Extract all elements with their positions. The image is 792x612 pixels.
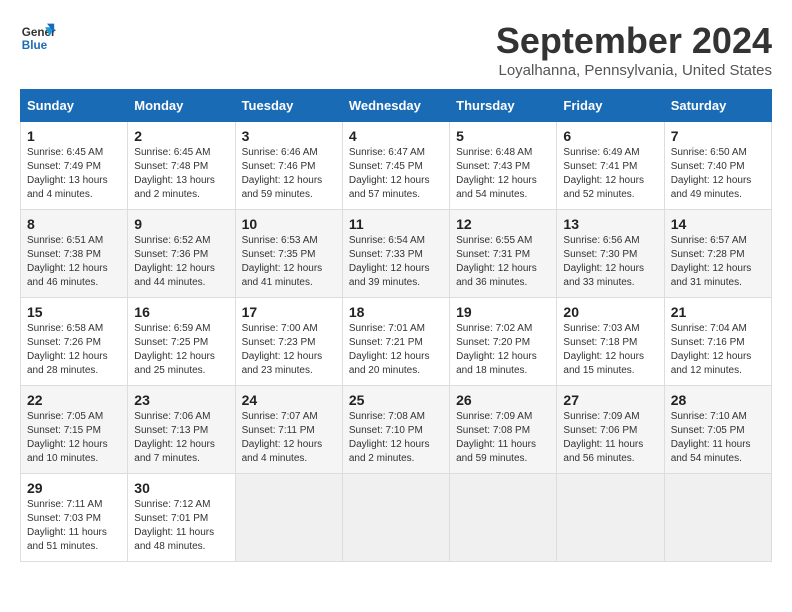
weekday-header-tuesday: Tuesday [235, 90, 342, 122]
calendar-cell: 23Sunrise: 7:06 AMSunset: 7:13 PMDayligh… [128, 386, 235, 474]
title-area: September 2024 Loyalhanna, Pennsylvania,… [496, 20, 772, 79]
logo: General Blue [20, 20, 56, 56]
calendar-cell [235, 474, 342, 562]
weekday-header-sunday: Sunday [21, 90, 128, 122]
calendar-cell: 22Sunrise: 7:05 AMSunset: 7:15 PMDayligh… [21, 386, 128, 474]
calendar-cell [557, 474, 664, 562]
calendar-cell: 20Sunrise: 7:03 AMSunset: 7:18 PMDayligh… [557, 298, 664, 386]
calendar-cell: 9Sunrise: 6:52 AMSunset: 7:36 PMDaylight… [128, 210, 235, 298]
calendar-cell: 21Sunrise: 7:04 AMSunset: 7:16 PMDayligh… [664, 298, 771, 386]
calendar-cell [342, 474, 449, 562]
calendar-cell: 10Sunrise: 6:53 AMSunset: 7:35 PMDayligh… [235, 210, 342, 298]
month-year-title: September 2024 [496, 20, 772, 62]
weekday-header-friday: Friday [557, 90, 664, 122]
calendar-cell: 17Sunrise: 7:00 AMSunset: 7:23 PMDayligh… [235, 298, 342, 386]
calendar-cell: 14Sunrise: 6:57 AMSunset: 7:28 PMDayligh… [664, 210, 771, 298]
calendar-cell: 11Sunrise: 6:54 AMSunset: 7:33 PMDayligh… [342, 210, 449, 298]
calendar-cell: 27Sunrise: 7:09 AMSunset: 7:06 PMDayligh… [557, 386, 664, 474]
calendar-cell: 26Sunrise: 7:09 AMSunset: 7:08 PMDayligh… [450, 386, 557, 474]
page-header: General Blue September 2024 Loyalhanna, … [20, 20, 772, 79]
calendar-cell: 12Sunrise: 6:55 AMSunset: 7:31 PMDayligh… [450, 210, 557, 298]
calendar-cell: 6Sunrise: 6:49 AMSunset: 7:41 PMDaylight… [557, 122, 664, 210]
calendar-cell: 19Sunrise: 7:02 AMSunset: 7:20 PMDayligh… [450, 298, 557, 386]
calendar-cell: 29Sunrise: 7:11 AMSunset: 7:03 PMDayligh… [21, 474, 128, 562]
calendar-cell: 15Sunrise: 6:58 AMSunset: 7:26 PMDayligh… [21, 298, 128, 386]
calendar-cell: 24Sunrise: 7:07 AMSunset: 7:11 PMDayligh… [235, 386, 342, 474]
calendar-cell: 28Sunrise: 7:10 AMSunset: 7:05 PMDayligh… [664, 386, 771, 474]
calendar-cell: 8Sunrise: 6:51 AMSunset: 7:38 PMDaylight… [21, 210, 128, 298]
weekday-header-monday: Monday [128, 90, 235, 122]
calendar-cell: 3Sunrise: 6:46 AMSunset: 7:46 PMDaylight… [235, 122, 342, 210]
calendar-cell: 30Sunrise: 7:12 AMSunset: 7:01 PMDayligh… [128, 474, 235, 562]
calendar-cell: 25Sunrise: 7:08 AMSunset: 7:10 PMDayligh… [342, 386, 449, 474]
calendar-cell: 4Sunrise: 6:47 AMSunset: 7:45 PMDaylight… [342, 122, 449, 210]
weekday-header-thursday: Thursday [450, 90, 557, 122]
svg-text:Blue: Blue [22, 39, 48, 52]
calendar-cell [450, 474, 557, 562]
location-subtitle: Loyalhanna, Pennsylvania, United States [496, 62, 772, 79]
calendar-cell: 18Sunrise: 7:01 AMSunset: 7:21 PMDayligh… [342, 298, 449, 386]
calendar-cell: 5Sunrise: 6:48 AMSunset: 7:43 PMDaylight… [450, 122, 557, 210]
calendar-cell [664, 474, 771, 562]
weekday-header-row: SundayMondayTuesdayWednesdayThursdayFrid… [21, 90, 772, 122]
calendar-cell: 2Sunrise: 6:45 AMSunset: 7:48 PMDaylight… [128, 122, 235, 210]
logo-icon: General Blue [20, 20, 56, 56]
calendar-cell: 16Sunrise: 6:59 AMSunset: 7:25 PMDayligh… [128, 298, 235, 386]
calendar-table: SundayMondayTuesdayWednesdayThursdayFrid… [20, 89, 772, 562]
calendar-cell: 13Sunrise: 6:56 AMSunset: 7:30 PMDayligh… [557, 210, 664, 298]
calendar-cell: 1Sunrise: 6:45 AMSunset: 7:49 PMDaylight… [21, 122, 128, 210]
calendar-cell: 7Sunrise: 6:50 AMSunset: 7:40 PMDaylight… [664, 122, 771, 210]
weekday-header-wednesday: Wednesday [342, 90, 449, 122]
weekday-header-saturday: Saturday [664, 90, 771, 122]
